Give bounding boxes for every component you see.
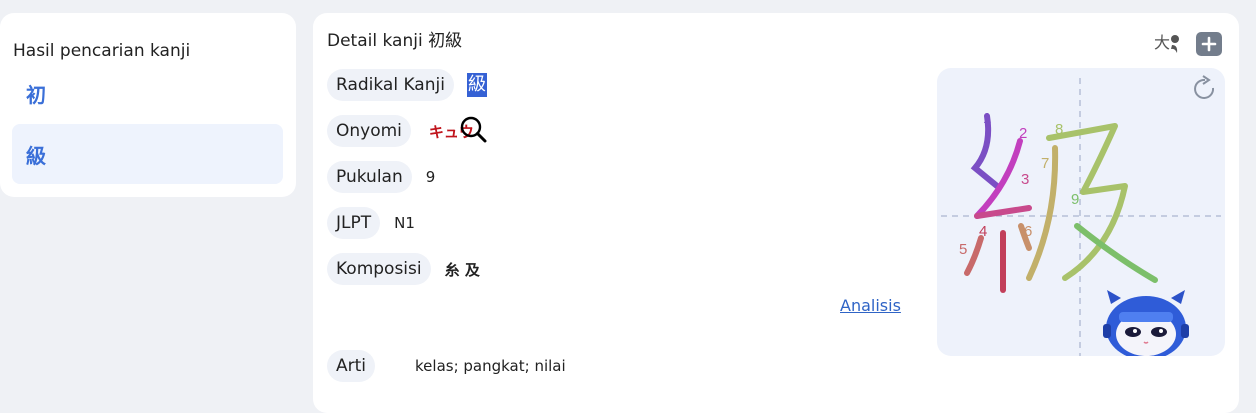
- kanji-detail-panel: Detail kanji 初級 Radikal Kanji 級 Onyomi キ…: [313, 13, 1239, 413]
- stroke-number: 8: [1055, 121, 1063, 138]
- pukulan-row: Pukulan 9: [327, 161, 435, 193]
- result-item-label: 級: [26, 143, 46, 168]
- jlpt-label: JLPT: [327, 207, 381, 239]
- arti-label: Arti: [327, 350, 376, 382]
- detail-title: Detail kanji 初級: [327, 31, 463, 51]
- stroke-number: 3: [1021, 171, 1029, 188]
- add-button[interactable]: [1196, 32, 1222, 56]
- search-results-title: Hasil pencarian kanji: [13, 41, 191, 61]
- stroke-number: 6: [1024, 223, 1032, 240]
- radikal-value[interactable]: 級: [466, 73, 487, 97]
- arti-row: Arti kelas; pangkat; nilai: [327, 350, 566, 382]
- result-item-label: 初: [26, 82, 46, 107]
- stroke-number: 5: [959, 241, 967, 258]
- komposisi-row: Komposisi 糸 及: [327, 253, 480, 285]
- jlpt-row: JLPT N1: [327, 207, 415, 239]
- radikal-row: Radikal Kanji 級: [327, 69, 487, 101]
- stroke-number: 4: [979, 223, 987, 240]
- search-results-panel: Hasil pencarian kanji 初 級: [0, 13, 296, 197]
- radikal-label: Radikal Kanji: [327, 69, 454, 101]
- komposisi-label: Komposisi: [327, 253, 431, 285]
- robot-mascot-icon: [1103, 290, 1189, 356]
- onyomi-row: Onyomi キュウ: [327, 115, 487, 147]
- result-item-kanji-2[interactable]: 級: [12, 124, 283, 184]
- jlpt-value: N1: [394, 214, 415, 232]
- onyomi-label: Onyomi: [327, 115, 411, 147]
- pukulan-label: Pukulan: [327, 161, 412, 193]
- arti-value: kelas; pangkat; nilai: [415, 357, 566, 375]
- komposisi-value[interactable]: 糸 及: [445, 259, 480, 280]
- stroke-number: 2: [1019, 125, 1027, 142]
- plus-icon: [1201, 36, 1217, 52]
- stroke-order-diagram: 1 2 3 4 5 6 7 8 9: [941, 75, 1221, 356]
- stroke-number: 7: [1041, 155, 1049, 172]
- magnifier-cursor-icon: [460, 116, 487, 143]
- stroke-number: 9: [1071, 191, 1079, 208]
- result-item-kanji-1[interactable]: 初: [12, 63, 283, 123]
- replay-icon[interactable]: [1194, 75, 1215, 99]
- stroke-number: 1: [983, 110, 991, 127]
- analisis-link[interactable]: Analisis: [840, 296, 901, 315]
- speaker-mark-icon: [1171, 35, 1179, 53]
- stroke-order-panel: 1 2 3 4 5 6 7 8 9: [937, 68, 1225, 356]
- font-size-icon[interactable]: 大: [1154, 29, 1184, 55]
- pukulan-value: 9: [425, 168, 436, 186]
